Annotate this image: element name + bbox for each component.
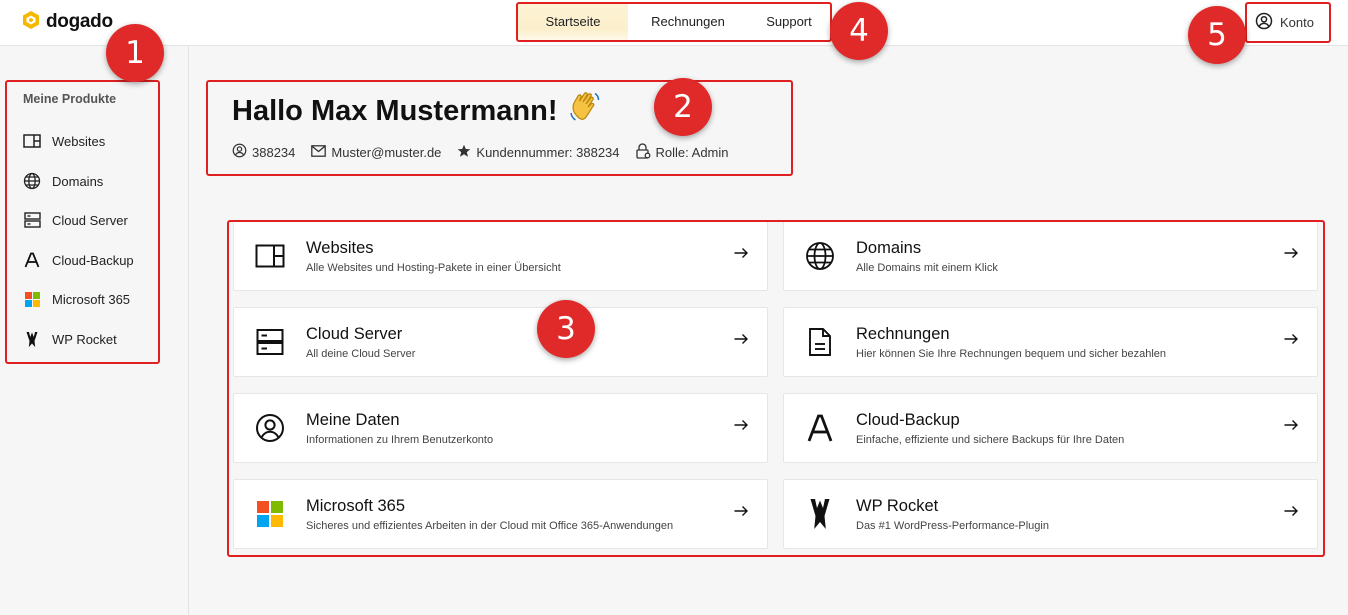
card-title: Cloud Server [306,325,403,343]
website-icon [254,240,286,272]
arrow-right-icon [1284,506,1298,516]
sidebar-item-label: Cloud Server [52,212,128,228]
card-cloud-backup[interactable]: Cloud-Backup Einfache, effiziente und si… [783,393,1318,463]
arrow-right-icon [1284,248,1298,258]
sidebar-item-microsoft-365[interactable]: Microsoft 365 [22,288,162,310]
card-title: WP Rocket [856,497,939,515]
tab-support[interactable]: Support [748,4,830,40]
arrow-right-icon [734,420,748,430]
microsoft-icon [22,289,42,309]
microsoft-icon [254,498,286,530]
card-title: Domains [856,239,922,257]
dogado-logo-icon [22,10,40,35]
arrow-right-icon [734,248,748,258]
annotation-badge-4: 4 [830,2,888,60]
annotation-badge-2: 2 [654,78,712,136]
card-title: Rechnungen [856,325,950,343]
tab-startseite[interactable]: Startseite [518,4,628,40]
card-description: Hier können Sie Ihre Rechnungen bequem u… [856,348,1167,360]
card-description: Alle Domains mit einem Klick [856,262,998,274]
sidebar-item-label: Domains [52,173,104,189]
sidebar-item-cloud-server[interactable]: Cloud Server [22,209,162,231]
mail-icon [311,144,327,160]
account-label: Konto [1280,14,1314,30]
website-icon [22,131,42,151]
arrow-right-icon [734,506,748,516]
user-id: 388234 [232,143,295,161]
user-role-value: Rolle: Admin [655,144,729,160]
customer-number: Kundennummer: 388234 [457,144,620,161]
user-meta: 388234 Muster@muster.de Kundennummer: 38… [232,142,729,162]
invoice-icon [804,326,836,358]
sidebar-item-cloud-backup[interactable]: Cloud-Backup [22,249,162,271]
user-id-value: 388234 [252,144,296,160]
card-domains[interactable]: Domains Alle Domains mit einem Klick [783,221,1318,291]
card-description: Alle Websites und Hosting-Pakete in eine… [306,262,561,274]
card-cloud-server[interactable]: Cloud Server All deine Cloud Server [233,307,768,377]
annotation-badge-5: 5 [1188,6,1246,64]
sidebar-item-wp-rocket[interactable]: WP Rocket [22,328,162,350]
card-meine-daten[interactable]: Meine Daten Informationen zu Ihrem Benut… [233,393,768,463]
sidebar-item-domains[interactable]: Domains [22,170,162,192]
globe-icon [804,240,836,272]
sidebar-item-label: Microsoft 365 [52,291,131,307]
lock-user-icon [635,142,651,162]
user-circle-icon [254,412,286,444]
sidebar-item-label: Websites [52,133,106,149]
card-title: Microsoft 365 [306,497,406,515]
sidebar: Meine Produkte Websites Domains Cloud Se… [0,46,189,615]
card-description: Informationen zu Ihrem Benutzerkonto [306,434,494,446]
card-title: Websites [306,239,374,257]
wp-rocket-icon [22,329,42,349]
sidebar-item-label: WP Rocket [52,331,117,347]
sidebar-item-label: Cloud-Backup [52,252,134,268]
annotation-badge-3: 3 [537,300,595,358]
card-description: All deine Cloud Server [306,348,416,360]
card-description: Einfache, effiziente und sichere Backups… [856,434,1125,446]
cloud-backup-icon [804,412,836,444]
greeting-text: Hallo Max Mustermann! [232,94,558,127]
arrow-right-icon [1284,420,1298,430]
star-icon [457,144,471,161]
waving-hand-icon [568,90,602,132]
server-icon [254,326,286,358]
card-wp-rocket[interactable]: WP Rocket Das #1 WordPress-Performance-P… [783,479,1318,549]
annotation-badge-1: 1 [106,24,164,82]
tab-rechnungen[interactable]: Rechnungen [628,4,748,40]
wp-rocket-icon [804,498,836,530]
top-navigation: Startseite Rechnungen Support [518,4,830,40]
card-title: Meine Daten [306,411,400,429]
card-title: Cloud-Backup [856,411,960,429]
brand-name: dogado [46,11,113,32]
dogado-logo[interactable]: dogado [22,10,113,34]
card-microsoft-365[interactable]: Microsoft 365 Sicheres und effizientes A… [233,479,768,549]
server-icon [22,210,42,230]
top-bar: dogado Startseite Rechnungen Support Kon… [0,0,1348,46]
card-description: Das #1 WordPress-Performance-Plugin [856,520,1049,532]
user-circle-icon [1255,12,1273,33]
card-rechnungen[interactable]: Rechnungen Hier können Sie Ihre Rechnung… [783,307,1318,377]
user-role: Rolle: Admin [635,142,729,162]
sidebar-item-websites[interactable]: Websites [22,130,162,152]
card-websites[interactable]: Websites Alle Websites und Hosting-Paket… [233,221,768,291]
user-email-value: Muster@muster.de [331,144,442,160]
page-title: Hallo Max Mustermann! [232,90,602,132]
cloud-backup-icon [22,250,42,270]
account-button[interactable]: Konto [1247,4,1329,40]
globe-icon [22,171,42,191]
user-email: Muster@muster.de [311,145,441,160]
sidebar-title: Meine Produkte [23,92,117,106]
arrow-right-icon [1284,334,1298,344]
customer-number-value: Kundennummer: 388234 [476,144,620,160]
user-circle-icon [232,143,247,161]
arrow-right-icon [734,334,748,344]
card-description: Sicheres und effizientes Arbeiten in der… [306,520,674,532]
